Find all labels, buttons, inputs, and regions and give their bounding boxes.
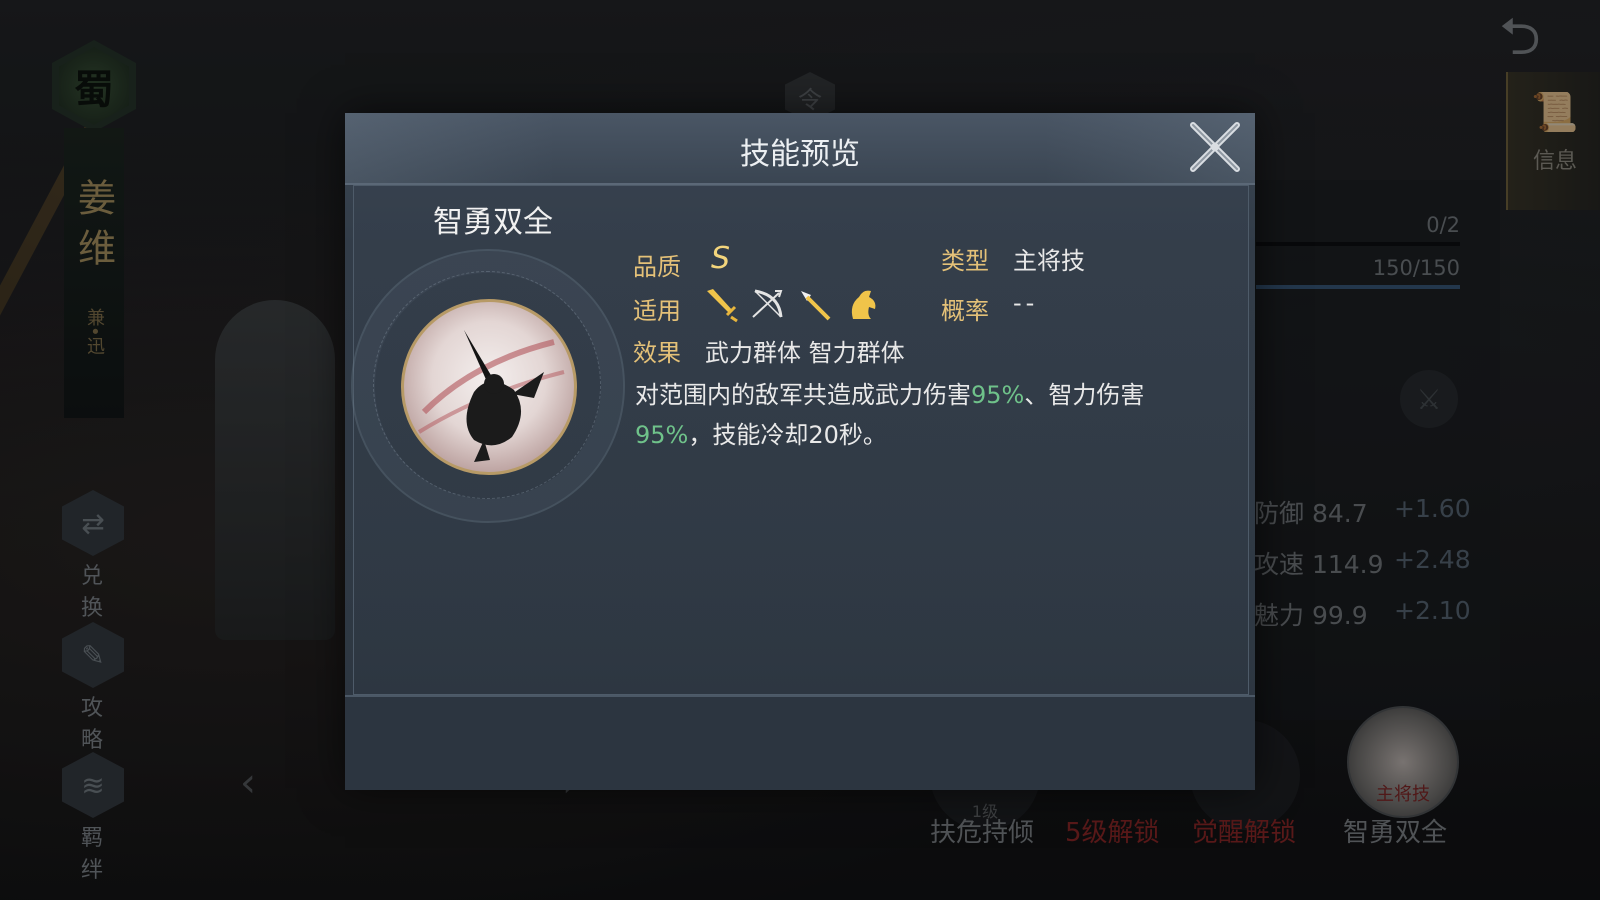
desc-text-3: ，技能冷却20秒。 bbox=[688, 421, 887, 449]
spear-icon bbox=[801, 291, 831, 321]
modal-footer bbox=[345, 695, 1255, 790]
close-button[interactable] bbox=[1183, 115, 1247, 179]
effect-label: 效果 bbox=[633, 339, 681, 367]
quality-label: 品质 bbox=[633, 253, 681, 281]
skill-description: 对范围内的敌军共造成武力伤害95%、智力伤害95%，技能冷却20秒。 bbox=[635, 375, 1195, 455]
chance-label: 概率 bbox=[941, 297, 989, 325]
modal-header: 技能预览 bbox=[345, 113, 1255, 185]
type-value: 主将技 bbox=[1013, 247, 1085, 275]
game-screen: 蜀 姜维 兼•迅 ⇄ 兑换 ✎ 攻略 ≋ 羁绊 ‹ › 令 ⮌ 📜 信息 0/2… bbox=[0, 0, 1600, 900]
quality-value: S bbox=[711, 241, 731, 276]
apply-label: 适用 bbox=[633, 297, 681, 325]
desc-percent-force: 95% bbox=[971, 381, 1025, 409]
desc-text-1: 对范围内的敌军共造成武力伤害 bbox=[635, 381, 971, 409]
chance-value: -- bbox=[1013, 289, 1039, 317]
desc-text-2: 、智力伤害 bbox=[1024, 381, 1145, 409]
desc-percent-intel: 95% bbox=[635, 421, 689, 449]
skill-name: 智勇双全 bbox=[433, 205, 553, 240]
sword-icon bbox=[707, 289, 738, 323]
effect-value: 武力群体 智力群体 bbox=[705, 339, 905, 367]
skill-preview-modal: 技能预览 智勇双全 品质 S 类型 主将技 适用 概率 -- 效果 武力群体 智… bbox=[345, 113, 1255, 790]
horse-icon bbox=[851, 290, 876, 319]
skill-icon bbox=[401, 299, 577, 475]
type-label: 类型 bbox=[941, 247, 989, 275]
bow-icon bbox=[752, 289, 783, 318]
warrior-silhouette-icon bbox=[417, 330, 565, 462]
close-icon bbox=[1190, 122, 1240, 172]
modal-title: 技能预览 bbox=[740, 137, 860, 172]
